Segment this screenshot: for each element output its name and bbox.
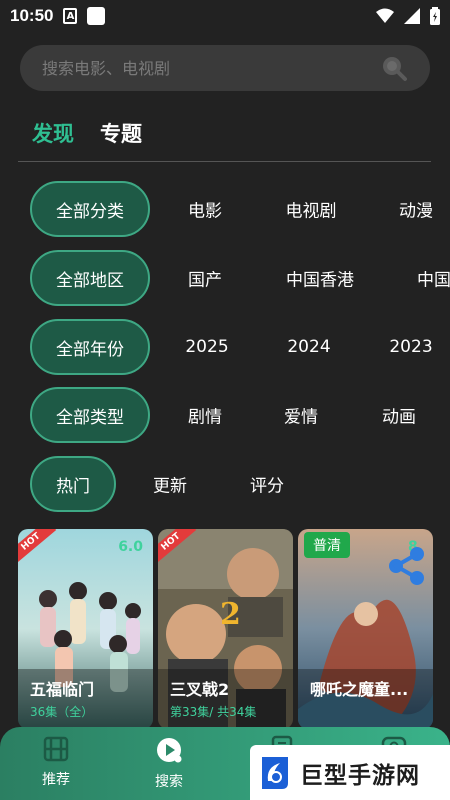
nav-search[interactable]: 搜索 xyxy=(139,735,199,791)
filter-row-category: 全部分类 电影 电视剧 动漫 xyxy=(30,181,433,237)
filter-year-option[interactable]: 2023 xyxy=(389,337,432,357)
card-title: 五福临门 xyxy=(30,680,95,699)
filter-region-option[interactable]: 中国香港 xyxy=(286,266,354,291)
card-title: 哪吒之魔童... xyxy=(310,680,409,699)
episode-info: 第33集/ 共34集 xyxy=(170,705,257,719)
film-icon xyxy=(43,736,69,762)
watermark-text: 巨型手游网 xyxy=(300,762,420,789)
battery-icon xyxy=(430,7,440,25)
filter-year-option[interactable]: 2024 xyxy=(287,337,330,357)
nav-label: 推荐 xyxy=(42,772,70,788)
search-icon[interactable] xyxy=(380,54,408,82)
quality-badge: 普清 xyxy=(304,532,350,558)
search-bar[interactable] xyxy=(20,45,430,91)
filter-region-selected[interactable]: 全部地区 xyxy=(30,250,150,306)
svg-text:2: 2 xyxy=(220,597,241,632)
filter-category-selected[interactable]: 全部分类 xyxy=(30,181,150,237)
share-icon[interactable] xyxy=(386,545,428,587)
sort-option[interactable]: 更新 xyxy=(153,472,187,497)
filter-genre-option[interactable]: 剧情 xyxy=(188,403,222,428)
episode-info: 36集（全） xyxy=(30,705,94,719)
filter-region-option[interactable]: 国产 xyxy=(188,266,222,291)
search-input[interactable] xyxy=(42,58,380,78)
nav-label: 搜索 xyxy=(155,774,183,790)
filter-row-sort: 热门 更新 评分 xyxy=(30,456,284,512)
filter-row-year: 全部年份 2025 2024 2023 xyxy=(30,319,433,375)
watermark: 巨型手游网 xyxy=(250,745,450,800)
sort-option[interactable]: 评分 xyxy=(250,472,284,497)
status-bar: 10:50 A xyxy=(0,0,450,32)
play-circle-icon xyxy=(157,738,182,763)
filter-category-option[interactable]: 动漫 xyxy=(399,197,433,222)
card-title: 三叉戟2 xyxy=(170,680,230,699)
tabs-divider xyxy=(18,161,431,162)
filter-category-option[interactable]: 电影 xyxy=(188,197,222,222)
sort-hot-selected[interactable]: 热门 xyxy=(30,456,116,512)
filter-region-option[interactable]: 中国 xyxy=(417,266,450,291)
tab-topics[interactable]: 专题 xyxy=(100,118,142,148)
filter-category-option[interactable]: 电视剧 xyxy=(286,197,337,222)
filter-row-genre: 全部类型 剧情 爱情 动画 xyxy=(30,387,416,443)
filter-year-selected[interactable]: 全部年份 xyxy=(30,319,150,375)
filter-genre-selected[interactable]: 全部类型 xyxy=(30,387,150,443)
tab-discover[interactable]: 发现 xyxy=(32,118,74,148)
rating-text: 6.0 xyxy=(118,539,143,555)
watermark-logo-icon xyxy=(262,756,288,789)
filter-genre-option[interactable]: 动画 xyxy=(382,403,416,428)
signal-icon xyxy=(404,8,420,24)
filter-year-option[interactable]: 2025 xyxy=(185,337,228,357)
notification-square-icon xyxy=(87,7,106,25)
filter-genre-option[interactable]: 爱情 xyxy=(284,403,318,428)
wifi-icon xyxy=(376,8,394,23)
media-card[interactable]: 2 HOT 三叉戟2 第33集/ 共34集 xyxy=(158,529,293,729)
nav-recommend[interactable]: 推荐 xyxy=(26,735,86,789)
status-time: 10:50 xyxy=(10,6,54,25)
media-card[interactable]: 普清 8. 哪吒之魔童... xyxy=(298,529,433,729)
media-card[interactable]: HOT 6.0 五福临门 36集（全） xyxy=(18,529,153,729)
top-tabs: 发现 专题 xyxy=(32,118,142,148)
filter-row-region: 全部地区 国产 中国香港 中国 xyxy=(30,250,450,306)
app-notification-icon: A xyxy=(63,8,78,24)
